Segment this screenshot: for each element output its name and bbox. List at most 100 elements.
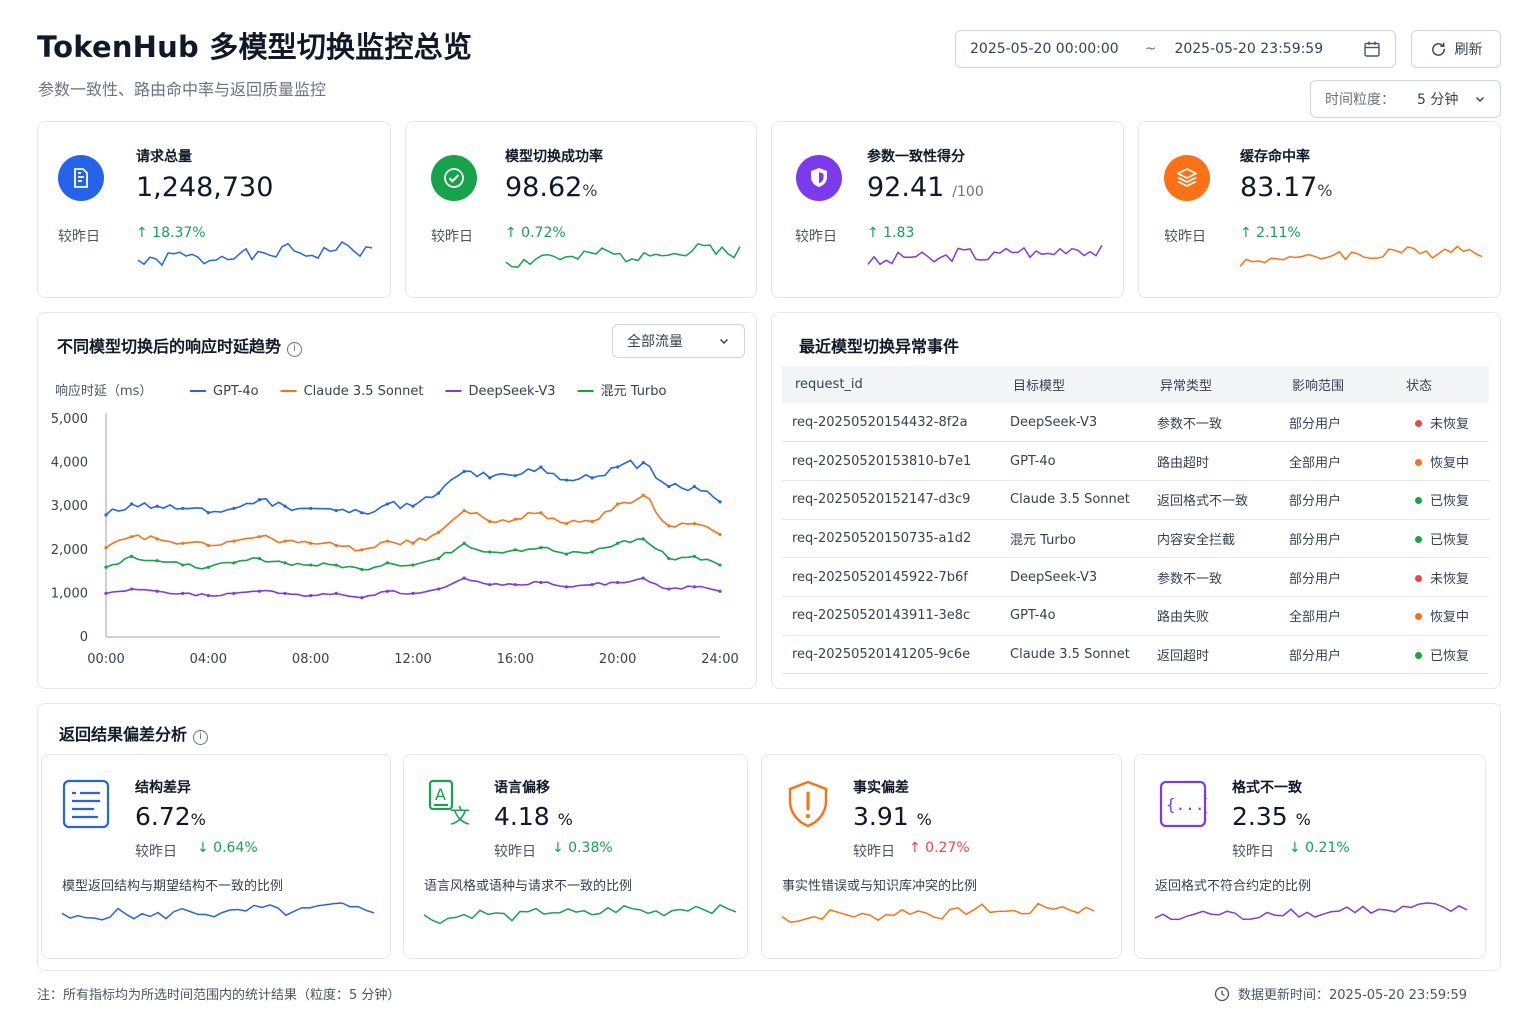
column-header-scope[interactable]: 影响范围 (1279, 366, 1393, 403)
data-point (181, 591, 185, 595)
status-label: 未恢复 (1430, 416, 1470, 432)
data-point (155, 537, 159, 541)
kpi-value: 98.62% (505, 172, 598, 203)
data-point (564, 585, 569, 589)
data-point (283, 561, 287, 565)
sparkline-path (867, 244, 1103, 266)
calendar-icon[interactable] (1363, 40, 1381, 58)
table-row[interactable]: req-20250520150735-a1d2 混元 Turbo 内容安全拦截 部分用… (782, 519, 1489, 559)
status-label: 未恢复 (1430, 571, 1470, 587)
data-point (385, 502, 390, 506)
data-point (232, 561, 236, 565)
data-point (436, 587, 441, 591)
data-point (462, 541, 466, 545)
refresh-button[interactable]: 刷新 (1411, 30, 1501, 68)
data-point (104, 565, 108, 569)
request-id-cell: req-20250520150735-a1d2 (782, 519, 1000, 559)
refresh-label: 刷新 (1454, 42, 1483, 58)
data-point (462, 576, 466, 580)
status-cell: 未恢复 (1393, 557, 1489, 597)
data-point (692, 522, 697, 526)
data-point (283, 504, 287, 508)
data-point (488, 583, 492, 587)
data-point (385, 561, 390, 565)
footer-update-time: 数据更新时间：2025-05-20 23:59:59 (1214, 984, 1467, 1003)
deviation-title: 返回结果偏差分析 i (59, 721, 209, 745)
table-row[interactable]: req-20250520153810-b7e1 GPT-4o 路由超时 全部用户 恢复中 (782, 441, 1489, 481)
data-point (667, 587, 671, 591)
info-icon[interactable]: i (193, 730, 209, 745)
data-point (232, 506, 236, 510)
data-point (462, 469, 466, 473)
data-point (488, 476, 492, 480)
data-point (360, 548, 364, 552)
model-cell: GPT-4o (1000, 596, 1147, 636)
x-tick-label: 04:00 (190, 652, 227, 667)
table-row[interactable]: req-20250520145922-7b6f DeepSeek-V3 参数不一致部… (782, 557, 1489, 597)
data-point (539, 465, 543, 469)
request-id-cell: req-20250520153810-b7e1 (782, 441, 1000, 481)
data-point (513, 548, 517, 552)
data-point (641, 537, 645, 541)
data-point (360, 567, 364, 572)
data-point (334, 563, 338, 567)
data-point (718, 563, 722, 567)
status-dot (1415, 419, 1422, 427)
deviation-label: 语言偏移 (494, 780, 550, 796)
data-point (641, 493, 645, 497)
traffic-filter-select[interactable]: 全部流量 (612, 324, 745, 358)
status-dot (1415, 574, 1422, 582)
scope-cell: 部分用户 (1279, 519, 1393, 559)
table-row[interactable]: req-20250520154432-8f2a DeepSeek-V3 参数不一致部… (782, 403, 1489, 443)
events-panel: 最近模型切换异常事件 request_id 目标模型 异常类型 影响范围 状态 … (771, 312, 1501, 689)
kpi-card-requests: 请求总量 1,248,730 较昨日 ↑ 18.37% (37, 121, 391, 298)
column-header-status[interactable]: 状态 (1393, 366, 1489, 403)
column-header-type[interactable]: 异常类型 (1147, 366, 1279, 403)
latency-chart-panel: 不同模型切换后的响应时延趋势 i 全部流量 响应时延（ms） GPT-4o Claud… (37, 312, 757, 689)
x-tick-label: 20:00 (599, 652, 636, 667)
data-point (641, 576, 645, 580)
table-row[interactable]: req-20250520143911-3e8c GPT-4o 路由失败 全部用户 恢复中 (782, 596, 1489, 636)
kpi-value: 83.17% (1240, 172, 1333, 203)
deviation-value: 3.91 % (853, 802, 932, 831)
model-cell: Claude 3.5 Sonnet (1000, 480, 1147, 520)
data-point (564, 522, 569, 526)
table-row[interactable]: req-20250520141205-9c6e Claude 3.5 Sonnet… (782, 635, 1489, 675)
column-header-request-id[interactable]: request_id (782, 366, 1000, 403)
data-point (436, 556, 441, 561)
scope-cell: 部分用户 (1279, 557, 1393, 597)
date-range-picker[interactable]: 2025-05-20 00:00:00 ~ 2025-05-20 23:59:5… (955, 30, 1396, 68)
braces-icon: {...} (1159, 780, 1207, 828)
data-point (257, 498, 262, 502)
document-chart-icon (58, 155, 104, 201)
column-header-model[interactable]: 目标模型 (1000, 366, 1147, 403)
data-point (539, 511, 543, 515)
warning-shield-icon (788, 780, 828, 828)
info-icon[interactable]: i (287, 342, 303, 357)
granularity-select[interactable]: 时间粒度： 5 分钟 (1310, 80, 1501, 118)
status-dot (1415, 651, 1422, 659)
y-tick-label: 4,000 (51, 456, 88, 471)
request-id-cell: req-20250520145922-7b6f (782, 557, 1000, 597)
kpi-sparkline (505, 242, 741, 268)
data-point (411, 563, 415, 567)
data-point (104, 513, 108, 517)
data-point (667, 556, 671, 561)
y-tick-label: 5,000 (51, 412, 88, 427)
table-row[interactable]: req-20250520152147-d3c9 Claude 3.5 Sonnet… (782, 480, 1489, 520)
kpi-compare-label: 较昨日 (58, 229, 100, 245)
model-cell: DeepSeek-V3 (1000, 403, 1147, 443)
data-point (129, 535, 134, 539)
data-point (590, 583, 594, 587)
legend-item: DeepSeek-V3 (468, 384, 555, 399)
data-point (718, 589, 722, 593)
deviation-card-structure: 结构差异 6.72% 较昨日 ↓ 0.64% 模型返回结构与期望结构不一致的比例 (41, 754, 391, 959)
status-cell: 恢复中 (1393, 441, 1489, 481)
type-cell: 路由超时 (1147, 441, 1279, 481)
data-point (360, 511, 364, 515)
sparkline-path (781, 902, 1095, 923)
data-point (155, 559, 159, 563)
status-cell: 未恢复 (1393, 403, 1489, 443)
granularity-label: 时间粒度： (1325, 92, 1395, 108)
data-point (104, 546, 108, 550)
